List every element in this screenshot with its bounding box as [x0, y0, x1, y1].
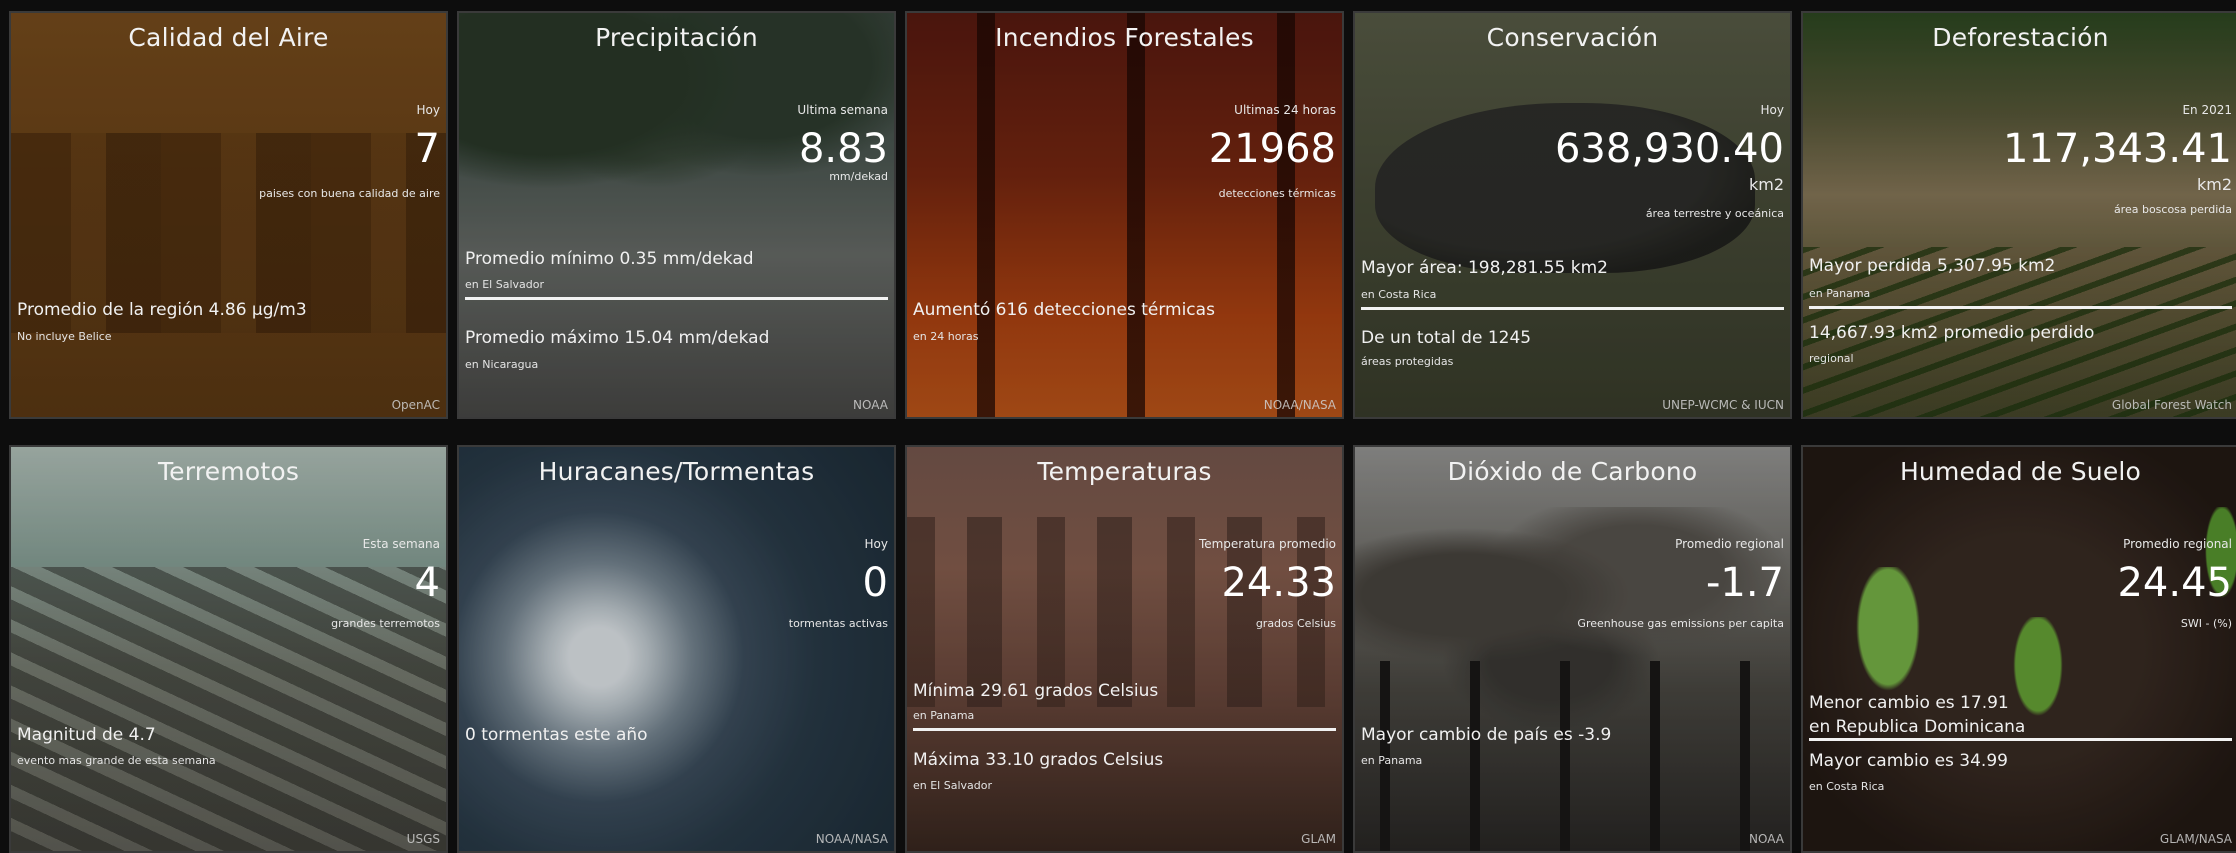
tile-stat-secondary: Máxima 33.10 grados Celsius: [913, 750, 1164, 770]
tile-source[interactable]: OpenAC: [392, 398, 440, 412]
tile-precipitacion[interactable]: Precipitación Ultima semana 8.83 mm/deka…: [457, 11, 896, 419]
tile-value: 24.33: [1221, 560, 1336, 606]
tile-stat-primary-sub: No incluye Belice: [17, 330, 112, 343]
tile-unit: grandes terremotos: [331, 617, 440, 630]
tile-unit: km2: [1748, 175, 1784, 194]
tile-source[interactable]: USGS: [407, 832, 440, 846]
tile-humedad-suelo[interactable]: Humedad de Suelo Promedio regional 24.45…: [1801, 445, 2236, 853]
tile-stat-primary-sub: en 24 horas: [913, 330, 979, 343]
tile-unit: Greenhouse gas emissions per capita: [1577, 617, 1784, 630]
tile-stat-primary-sub: evento mas grande de esta semana: [17, 754, 216, 767]
tile-period: Ultimas 24 horas: [1234, 103, 1336, 117]
tile-stat-secondary-sub: en Nicaragua: [465, 358, 539, 371]
tile-period: Hoy: [864, 537, 888, 551]
tile-stat-primary-sub: en Panama: [913, 709, 975, 722]
tile-stat-primary: Mínima 29.61 grados Celsius: [913, 681, 1159, 701]
tile-stat-primary: Promedio mínimo 0.35 mm/dekad: [465, 249, 754, 269]
tile-description: área boscosa perdida: [2113, 203, 2232, 216]
tile-period: Promedio regional: [1675, 537, 1784, 551]
tile-unit: SWI - (%): [2180, 617, 2232, 630]
tile-stat-secondary-sub: en El Salvador: [913, 779, 993, 792]
tile-title: Calidad del Aire: [128, 23, 329, 52]
tile-source[interactable]: NOAA: [853, 398, 888, 412]
tile-stat-secondary-sub: áreas protegidas: [1361, 355, 1454, 368]
tile-period: Promedio regional: [2123, 537, 2232, 551]
tile-stat-secondary: Promedio máximo 15.04 mm/dekad: [465, 328, 770, 348]
tile-stat-secondary-sub: en Costa Rica: [1809, 780, 1885, 793]
tile-stat-primary-sub: en Panama: [1361, 754, 1423, 767]
tile-value: 21968: [1208, 126, 1336, 172]
tile-value: -1.7: [1705, 560, 1784, 606]
tile-stat-primary-sub: en El Salvador: [465, 278, 545, 291]
tile-stat-primary-sub: en Republica Dominicana: [1809, 717, 2026, 737]
tile-period: Hoy: [416, 103, 440, 117]
tile-value: 4: [414, 560, 440, 606]
tile-value: 0: [862, 560, 888, 606]
tile-value: 638,930.40: [1554, 126, 1784, 172]
tile-temperaturas[interactable]: Temperaturas Temperatura promedio 24.33 …: [905, 445, 1344, 853]
tile-source[interactable]: Global Forest Watch: [2112, 398, 2232, 412]
tile-period: En 2021: [2182, 103, 2232, 117]
tile-unit: tormentas activas: [788, 617, 888, 630]
tile-title: Terremotos: [157, 457, 300, 486]
tile-stat-primary-sub: en Panama: [1809, 287, 1871, 300]
tile-unit: detecciones térmicas: [1218, 187, 1336, 200]
tile-value: 24.45: [2117, 560, 2232, 606]
tile-divider: [913, 728, 1336, 731]
tile-huracanes-tormentas[interactable]: Huracanes/Tormentas Hoy 0 tormentas acti…: [457, 445, 896, 853]
tile-period: Hoy: [1760, 103, 1784, 117]
tile-source[interactable]: NOAA/NASA: [816, 832, 888, 846]
tile-unit: mm/dekad: [829, 170, 888, 183]
tile-source[interactable]: NOAA/NASA: [1264, 398, 1336, 412]
tile-divider: [1809, 738, 2232, 741]
tile-source[interactable]: NOAA: [1749, 832, 1784, 846]
tile-period: Temperatura promedio: [1198, 537, 1336, 551]
tile-title: Humedad de Suelo: [1899, 457, 2142, 486]
tile-dioxido-carbono[interactable]: Dióxido de Carbono Promedio regional -1.…: [1353, 445, 1792, 853]
tile-description: paises con buena calidad de aire: [259, 187, 440, 200]
tile-title: Temperaturas: [1037, 457, 1212, 486]
tile-value: 7: [414, 126, 440, 172]
dashboard-grid: Calidad del Aire Hoy 7 paises con buena …: [9, 11, 2236, 853]
tile-source[interactable]: UNEP-WCMC & IUCN: [1662, 398, 1784, 412]
tile-stat-primary: Menor cambio es 17.91: [1809, 693, 2009, 713]
tile-description: área terrestre y oceánica: [1645, 207, 1784, 220]
tile-stat-secondary-sub: regional: [1809, 352, 1854, 365]
tile-calidad-aire[interactable]: Calidad del Aire Hoy 7 paises con buena …: [9, 11, 448, 419]
tile-title: Dióxido de Carbono: [1447, 457, 1698, 486]
tile-stat-primary: Mayor cambio de país es -3.9: [1361, 725, 1612, 745]
tile-stat-primary: Promedio de la región 4.86 µg/m3: [17, 300, 307, 320]
tile-unit: km2: [2196, 175, 2232, 194]
tile-title: Incendios Forestales: [995, 23, 1254, 52]
tile-title: Huracanes/Tormentas: [538, 457, 815, 486]
tile-deforestacion[interactable]: Deforestación En 2021 117,343.41 km2 áre…: [1801, 11, 2236, 419]
tile-unit: grados Celsius: [1255, 617, 1336, 630]
tile-period: Ultima semana: [797, 103, 888, 117]
tile-stat-secondary: Mayor cambio es 34.99: [1809, 751, 2008, 771]
tile-stat-secondary: De un total de 1245: [1361, 328, 1532, 348]
tile-stat-primary: Mayor perdida 5,307.95 km2: [1809, 256, 2056, 276]
tile-period: Esta semana: [362, 537, 440, 551]
tile-stat-primary: Mayor área: 198,281.55 km2: [1361, 258, 1608, 278]
tile-stat-secondary: 14,667.93 km2 promedio perdido: [1809, 323, 2095, 343]
tile-divider: [465, 297, 888, 300]
tile-divider: [1809, 306, 2232, 309]
tile-title: Conservación: [1486, 23, 1659, 52]
tile-stat-primary-sub: en Costa Rica: [1361, 288, 1437, 301]
tile-title: Deforestación: [1932, 23, 2109, 52]
tile-incendios-forestales[interactable]: Incendios Forestales Ultimas 24 horas 21…: [905, 11, 1344, 419]
tile-stat-primary: 0 tormentas este año: [465, 725, 648, 745]
tile-stat-primary: Magnitud de 4.7: [17, 725, 156, 745]
tile-title: Precipitación: [595, 23, 758, 52]
tile-terremotos[interactable]: Terremotos Esta semana 4 grandes terremo…: [9, 445, 448, 853]
tile-divider: [1361, 307, 1784, 310]
tile-value: 117,343.41: [2002, 126, 2232, 172]
tile-value: 8.83: [798, 126, 888, 172]
tile-conservacion[interactable]: Conservación Hoy 638,930.40 km2 área ter…: [1353, 11, 1792, 419]
tile-stat-primary: Aumentó 616 detecciones térmicas: [913, 300, 1215, 320]
tile-source[interactable]: GLAM/NASA: [2160, 832, 2232, 846]
tile-source[interactable]: GLAM: [1301, 832, 1336, 846]
